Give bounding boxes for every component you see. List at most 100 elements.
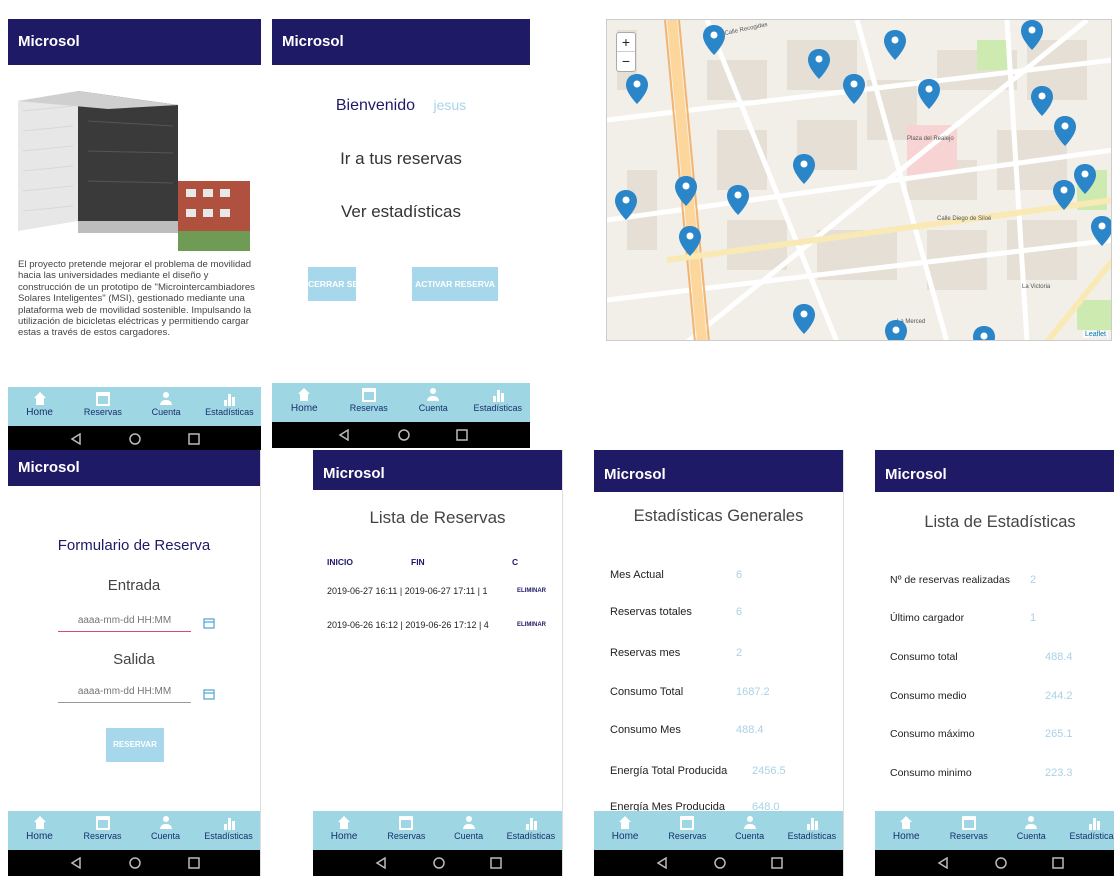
tab-estadisticas[interactable]: Estadísticas	[1063, 811, 1114, 850]
tab-estadisticas[interactable]: Estadísticas	[466, 383, 531, 422]
stat-label: Reservas mes	[610, 647, 681, 659]
tab-home[interactable]: Home	[272, 383, 337, 422]
android-nav-bar	[875, 850, 1114, 876]
stat-label: Consumo Mes	[610, 724, 681, 736]
map-attribution[interactable]: Leaflet	[1082, 331, 1108, 338]
bottom-tab-bar: Home Reservas Cuenta Estadísticas	[8, 811, 260, 850]
back-icon[interactable]	[70, 857, 82, 869]
map-marker-icon[interactable]	[679, 226, 701, 256]
stat-label: Reservas totales	[610, 606, 692, 618]
tab-reservas[interactable]: Reservas	[71, 387, 134, 426]
tab-reservas[interactable]: Reservas	[656, 811, 718, 850]
reserve-button[interactable]: RESERVAR	[106, 728, 164, 762]
tab-cuenta[interactable]: Cuenta	[134, 811, 197, 850]
back-icon[interactable]	[338, 429, 350, 441]
map-marker-icon[interactable]	[885, 320, 907, 341]
map-marker-icon[interactable]	[1074, 164, 1096, 194]
tab-cuenta[interactable]: Cuenta	[401, 383, 466, 422]
delete-button[interactable]: ELIMINAR	[517, 622, 546, 628]
stat-row: Reservas totales 6	[610, 606, 830, 620]
back-icon[interactable]	[375, 857, 387, 869]
map-marker-icon[interactable]	[626, 74, 648, 104]
home-circle-icon[interactable]	[398, 429, 410, 441]
tab-reservas[interactable]: Reservas	[375, 811, 437, 850]
map-marker-icon[interactable]	[1031, 86, 1053, 116]
home-circle-icon[interactable]	[714, 857, 726, 869]
tab-cuenta[interactable]: Cuenta	[1000, 811, 1063, 850]
exit-datetime-input[interactable]	[58, 681, 191, 703]
map-marker-icon[interactable]	[918, 79, 940, 109]
tab-home[interactable]: Home	[313, 811, 375, 850]
link-reservas[interactable]: Ir a tus reservas	[272, 149, 530, 169]
recents-icon[interactable]	[490, 857, 502, 869]
bottom-tab-bar: Home Reservas Cuenta Estadísticas	[8, 387, 261, 426]
tab-cuenta[interactable]: Cuenta	[438, 811, 500, 850]
map-marker-icon[interactable]	[973, 326, 995, 341]
recents-icon[interactable]	[188, 433, 200, 445]
zoom-out-button[interactable]: −	[617, 52, 635, 71]
entry-label: Entrada	[107, 577, 161, 594]
map-marker-icon[interactable]	[843, 74, 865, 104]
back-icon[interactable]	[656, 857, 668, 869]
tab-home[interactable]: Home	[594, 811, 656, 850]
map-marker-icon[interactable]	[703, 25, 725, 55]
tab-estadisticas[interactable]: Estadísticas	[781, 811, 843, 850]
stat-row: Consumo medio 244.2	[890, 690, 1110, 704]
tab-reservas[interactable]: Reservas	[938, 811, 1001, 850]
tab-estadisticas[interactable]: Estadísticas	[198, 387, 261, 426]
calendar-picker-icon[interactable]	[203, 617, 215, 629]
delete-button[interactable]: ELIMINAR	[517, 588, 546, 594]
home-circle-icon[interactable]	[129, 857, 141, 869]
map-view[interactable]: Calle Recogidas Plaza del Realejo Calle …	[606, 19, 1112, 341]
tab-home[interactable]: Home	[8, 811, 71, 850]
tab-cuenta[interactable]: Cuenta	[719, 811, 781, 850]
map-marker-icon[interactable]	[1054, 116, 1076, 146]
stat-label: Último cargador	[890, 612, 965, 624]
tab-estadisticas[interactable]: Estadísticas	[500, 811, 562, 850]
link-estadisticas[interactable]: Ver estadísticas	[272, 202, 530, 222]
recents-icon[interactable]	[771, 857, 783, 869]
map-marker-icon[interactable]	[793, 154, 815, 184]
android-nav-bar	[8, 850, 260, 876]
map-marker-icon[interactable]	[884, 30, 906, 60]
map-marker-icon[interactable]	[1053, 180, 1075, 210]
stat-label: Consumo medio	[890, 690, 967, 702]
greeting-text: Bienvenido	[335, 97, 416, 114]
svg-text:Calle Diego de Siloé: Calle Diego de Siloé	[937, 216, 992, 222]
activate-reservation-button[interactable]: ACTIVAR RESERVA	[412, 267, 498, 301]
recents-icon[interactable]	[188, 857, 200, 869]
map-marker-icon[interactable]	[808, 49, 830, 79]
tab-reservas[interactable]: Reservas	[71, 811, 134, 850]
home-circle-icon[interactable]	[129, 433, 141, 445]
table-row: 2019-06-27 16:11 | 2019-06-27 17:11 | 1 …	[327, 586, 557, 600]
back-icon[interactable]	[937, 857, 949, 869]
app-title: Microsol	[282, 33, 344, 50]
recents-icon[interactable]	[1052, 857, 1064, 869]
map-marker-icon[interactable]	[727, 185, 749, 215]
recents-icon[interactable]	[456, 429, 468, 441]
bar-chart-icon	[491, 388, 505, 402]
tab-reservas[interactable]: Reservas	[337, 383, 402, 422]
calendar-icon	[361, 388, 376, 402]
home-circle-icon[interactable]	[995, 857, 1007, 869]
tab-home[interactable]: Home	[8, 387, 71, 426]
entry-datetime-input[interactable]	[58, 610, 191, 632]
map-marker-icon[interactable]	[793, 304, 815, 334]
map-marker-icon[interactable]	[675, 176, 697, 206]
map-marker-icon[interactable]	[1091, 216, 1112, 246]
calendar-picker-icon[interactable]	[203, 688, 215, 700]
zoom-in-button[interactable]: +	[617, 33, 635, 52]
stat-value: 488.4	[1045, 651, 1073, 663]
back-icon[interactable]	[70, 433, 82, 445]
user-stats-title: Lista de Estadísticas	[924, 513, 1076, 531]
user-icon	[462, 816, 476, 830]
app-bar: Microsol	[8, 450, 260, 486]
map-marker-icon[interactable]	[615, 190, 637, 220]
map-marker-icon[interactable]	[1021, 20, 1043, 50]
home-circle-icon[interactable]	[433, 857, 445, 869]
logout-button[interactable]: CERRAR SESIÓN	[308, 267, 379, 301]
tab-cuenta[interactable]: Cuenta	[135, 387, 198, 426]
tab-estadisticas[interactable]: Estadísticas	[197, 811, 260, 850]
tab-home[interactable]: Home	[875, 811, 938, 850]
user-icon	[159, 816, 173, 830]
